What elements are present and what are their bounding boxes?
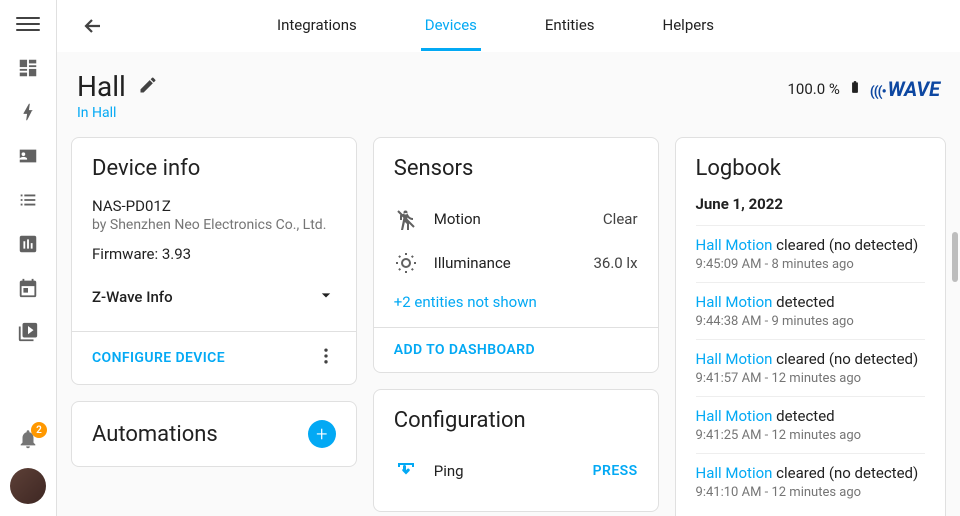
automations-heading: Automations xyxy=(92,422,218,447)
add-to-dashboard-button[interactable]: ADD TO DASHBOARD xyxy=(394,342,535,358)
logbook-time: 9:44:38 AM - 9 minutes ago xyxy=(696,314,925,329)
logbook-card: Logbook June 1, 2022 Hall Motion cleared… xyxy=(675,137,946,516)
chevron-down-icon xyxy=(316,285,336,309)
configure-device-button[interactable]: CONFIGURE DEVICE xyxy=(92,350,225,366)
media-icon[interactable] xyxy=(16,320,40,344)
brightness-icon xyxy=(394,251,418,275)
topbar: Integrations Devices Entities Helpers xyxy=(57,0,960,52)
logbook-entity-link[interactable]: Hall Motion xyxy=(696,407,773,425)
logbook-time: 9:41:57 AM - 12 minutes ago xyxy=(696,371,925,386)
tab-devices[interactable]: Devices xyxy=(421,2,481,51)
logbook-date: June 1, 2022 xyxy=(696,195,925,213)
sensor-row-illuminance[interactable]: Illuminance 36.0 lx xyxy=(394,241,638,285)
device-model: NAS-PD01Z xyxy=(92,197,336,215)
tab-integrations[interactable]: Integrations xyxy=(273,2,361,51)
logbook-entity-link[interactable]: Hall Motion xyxy=(696,464,773,482)
user-avatar[interactable] xyxy=(10,468,46,504)
sensor-row-motion[interactable]: Motion Clear xyxy=(394,197,638,241)
logbook-time: 9:45:09 AM - 8 minutes ago xyxy=(696,257,925,272)
tab-helpers[interactable]: Helpers xyxy=(659,2,719,51)
sensors-card: Sensors Motion Clear Illuminance 36.0 lx… xyxy=(373,137,659,373)
chart-icon[interactable] xyxy=(16,232,40,256)
logbook-entity-link[interactable]: Hall Motion xyxy=(696,293,773,311)
configuration-card: Configuration Ping PRESS xyxy=(373,389,659,512)
logbook-entry: Hall Motion detected9:41:25 AM - 12 minu… xyxy=(696,396,925,453)
automations-card: Automations + xyxy=(71,401,357,467)
battery-icon xyxy=(848,76,862,102)
list-icon[interactable] xyxy=(16,188,40,212)
more-entities-link[interactable]: +2 entities not shown xyxy=(394,293,537,311)
logbook-entry: Hall Motion cleared (no detected)9:41:10… xyxy=(696,453,925,510)
logbook-time: 9:41:25 AM - 12 minutes ago xyxy=(696,428,925,443)
battery-text: 100.0 % xyxy=(788,80,840,98)
gesture-icon xyxy=(394,459,418,483)
logbook-entry: Hall Motion detected9:44:38 AM - 9 minut… xyxy=(696,282,925,339)
config-row-ping: Ping PRESS xyxy=(394,449,638,493)
device-manufacturer: by Shenzhen Neo Electronics Co., Ltd. xyxy=(92,217,336,233)
calendar-icon[interactable] xyxy=(16,276,40,300)
logbook-heading: Logbook xyxy=(696,156,925,181)
logbook-entry: Hall Motion cleared (no detected)9:41:57… xyxy=(696,339,925,396)
zwave-logo: WAVE xyxy=(870,77,940,101)
device-menu-icon[interactable] xyxy=(316,346,336,370)
logbook-entity-link[interactable]: Hall Motion xyxy=(696,236,773,254)
device-info-card: Device info NAS-PD01Z by Shenzhen Neo El… xyxy=(71,137,357,385)
device-firmware: Firmware: 3.93 xyxy=(92,245,336,263)
device-info-heading: Device info xyxy=(92,156,336,181)
sidebar: 2 xyxy=(0,0,56,516)
edit-icon[interactable] xyxy=(138,75,158,99)
person-icon[interactable] xyxy=(16,144,40,168)
configuration-heading: Configuration xyxy=(394,408,638,433)
sensors-heading: Sensors xyxy=(394,156,638,181)
motion-icon xyxy=(394,207,418,231)
dashboard-icon[interactable] xyxy=(16,56,40,80)
add-automation-button[interactable]: + xyxy=(308,420,336,448)
energy-icon[interactable] xyxy=(16,100,40,124)
logbook-entity-link[interactable]: Hall Motion xyxy=(696,350,773,368)
scrollbar-thumb[interactable] xyxy=(952,232,958,282)
logbook-time: 9:41:10 AM - 12 minutes ago xyxy=(696,485,925,500)
hamburger-menu[interactable] xyxy=(16,12,40,36)
logbook-entry: Hall Motion cleared (no detected)9:45:09… xyxy=(696,225,925,282)
zwave-info-expander[interactable]: Z-Wave Info xyxy=(92,279,336,315)
notifications-button[interactable]: 2 xyxy=(17,428,39,454)
ping-press-button[interactable]: PRESS xyxy=(593,463,638,479)
notification-badge: 2 xyxy=(31,422,47,438)
location-link[interactable]: In Hall xyxy=(77,105,158,121)
tab-entities[interactable]: Entities xyxy=(541,2,599,51)
device-name: Hall xyxy=(77,70,126,103)
back-button[interactable] xyxy=(77,10,109,42)
